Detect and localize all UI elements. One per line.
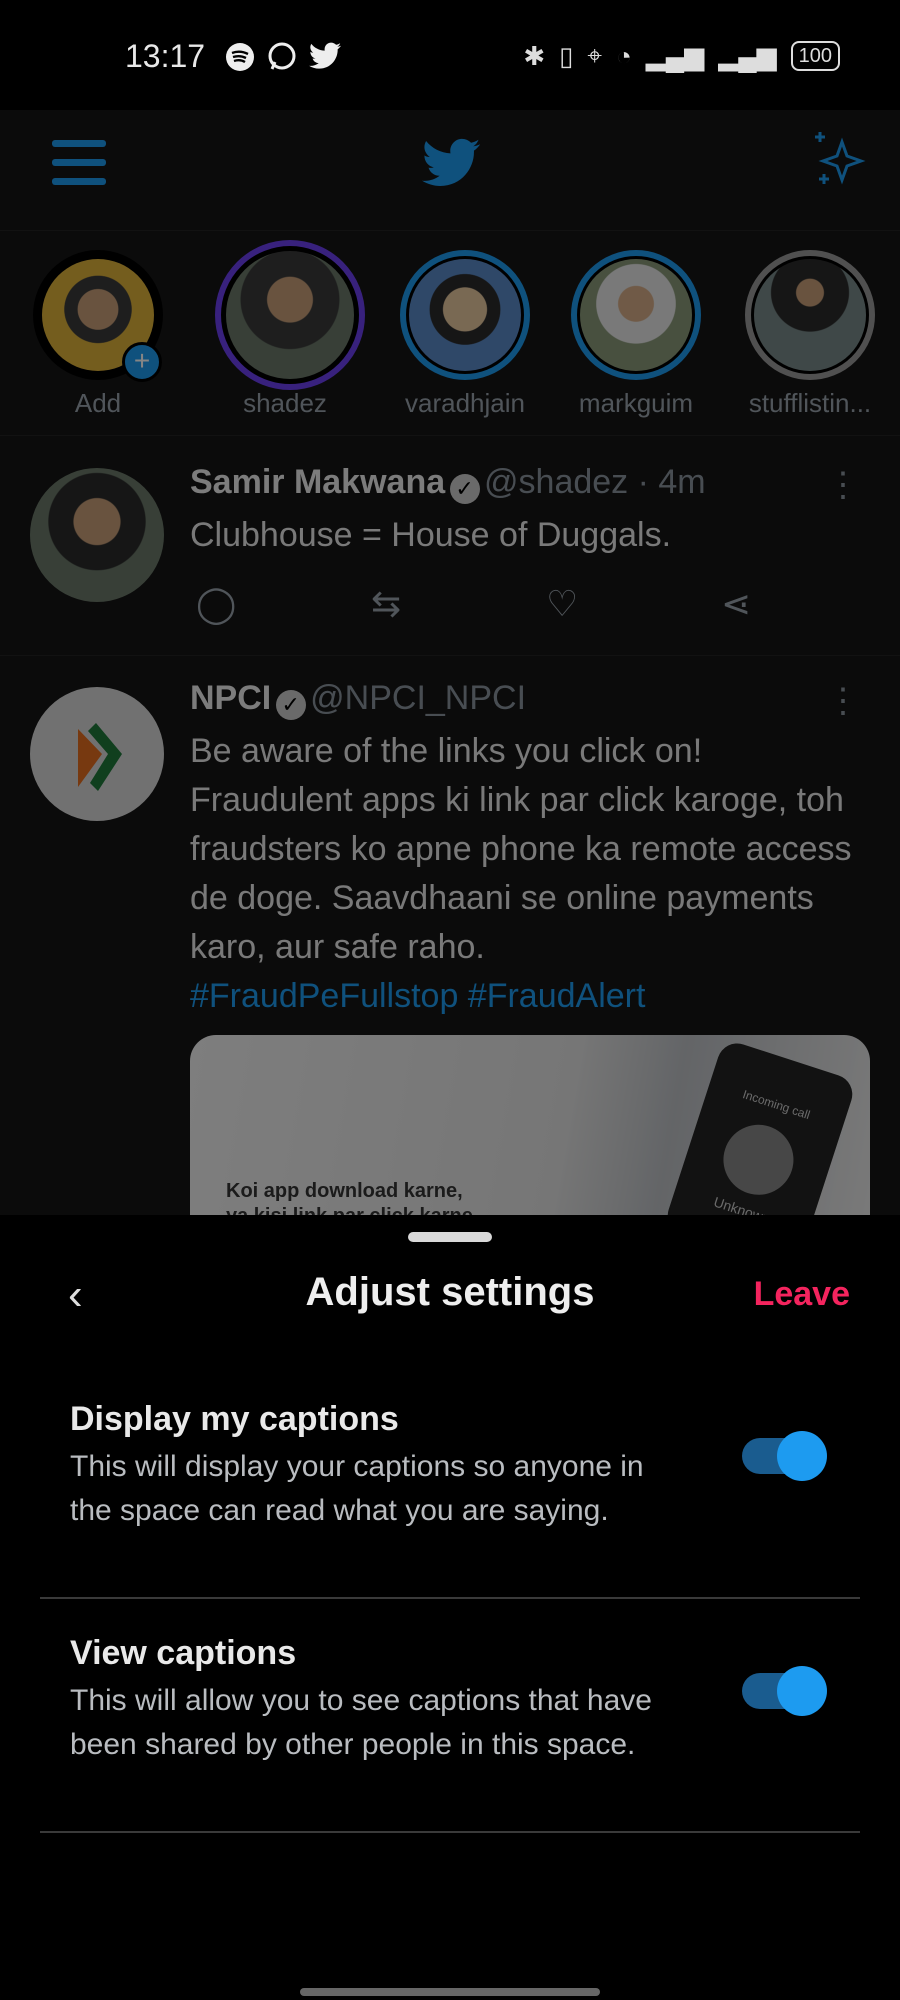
fleet-label: stufflistin... [748, 388, 872, 418]
tweet-author-name: NPCI [190, 679, 272, 717]
avatar [580, 259, 692, 371]
twitter-status-icon [309, 42, 341, 69]
media-caption: ya kisi link par click karne [226, 1205, 473, 1215]
avatar[interactable] [30, 468, 164, 602]
media-phone-status: Incoming call [740, 1087, 812, 1123]
fleet-label: varadhjain [405, 388, 525, 418]
more-options-icon[interactable]: ⋮ [826, 465, 860, 505]
location-icon: ⌖ [587, 40, 603, 70]
fleet-add[interactable]: + Add [28, 250, 168, 419]
more-options-icon[interactable]: ⋮ [826, 681, 860, 721]
settings-sheet [0, 1215, 900, 2000]
signal-icon: ▂▄▆ [718, 40, 777, 71]
status-time: 13:17 [125, 38, 206, 74]
contact-icon [714, 1115, 803, 1204]
sparkle-icon[interactable] [810, 128, 870, 193]
app-bar [0, 110, 900, 231]
avatar [754, 259, 866, 371]
media-caption: Koi app download karne, [226, 1180, 463, 1202]
wifi-icon: ◔ [616, 40, 632, 71]
share-icon[interactable]: ⋖ [721, 583, 896, 625]
tweet-handle: @NPCI_NPCI [310, 679, 527, 717]
tweet-author-name: Samir Makwana [190, 463, 446, 501]
battery-indicator: 100 [790, 41, 840, 71]
status-bar: 13:17 ✱ ▯ ⌖ ◔ ▂▄▆ ▂▄▆ 100 [0, 0, 900, 110]
fleet-avatar-ring [745, 250, 875, 380]
tweet-header: NPCI ✓ @NPCI_NPCI [190, 679, 526, 720]
setting-view-captions: View captions This will allow you to see… [70, 1634, 670, 1767]
fleet-markguim[interactable]: markguim [566, 250, 706, 419]
tweet-text: Clubhouse = House of Duggals. [190, 516, 672, 554]
tweet-handle: @shadez · 4m [484, 463, 706, 501]
tweet-hashtags[interactable]: #FraudPeFullstop #FraudAlert [190, 972, 645, 1021]
toggle-knob [777, 1666, 827, 1716]
avatar [409, 259, 521, 371]
fleet-avatar-ring [571, 250, 701, 380]
setting-title: Display my captions [70, 1400, 399, 1438]
fleet-stufflisting[interactable]: stufflistin... [740, 250, 880, 419]
avatar [226, 251, 354, 379]
leave-button[interactable]: Leave [754, 1275, 850, 1314]
fleet-label: Add [74, 388, 122, 418]
reply-icon[interactable]: ◯ [196, 583, 371, 625]
setting-display-captions: Display my captions This will display yo… [70, 1400, 670, 1533]
fleet-label: markguim [578, 388, 694, 418]
verified-icon: ✓ [449, 473, 480, 504]
setting-description: This will display your captions so anyon… [70, 1450, 644, 1527]
fleet-avatar-ring [215, 240, 365, 390]
tweet[interactable]: Samir Makwana ✓ @shadez · 4m ⋮ Clubhouse… [0, 435, 900, 656]
tweet-text: Be aware of the links you click on! Frau… [190, 732, 852, 966]
system-icons: ✱ ▯ ⌖ ◔ ▂▄▆ ▂▄▆ 100 [523, 40, 840, 72]
fleet-shadez[interactable]: shadez [215, 240, 365, 419]
gesture-nav-bar[interactable] [300, 1988, 600, 1996]
display-captions-toggle[interactable] [742, 1431, 827, 1481]
twitter-logo-icon [422, 138, 480, 193]
retweet-icon[interactable]: ⇆ [371, 583, 546, 625]
vibrate-icon: ▯ [559, 40, 574, 71]
fleet-avatar-ring [400, 250, 530, 380]
setting-description: This will allow you to see captions that… [70, 1684, 652, 1761]
npci-logo-icon [78, 723, 122, 791]
divider [40, 1597, 860, 1599]
fleets-row: + Add shadez varadhjain markguim stuffli… [0, 230, 900, 436]
tweet-actions: ◯ ⇆ ♡ ⋖ [196, 583, 896, 625]
phone-illustration: Incoming call Unknown [662, 1038, 858, 1215]
spotify-icon [226, 43, 254, 71]
setting-title: View captions [70, 1634, 297, 1672]
add-icon: + [122, 342, 162, 382]
tweet-header: Samir Makwana ✓ @shadez · 4m [190, 463, 706, 504]
notification-icons [225, 42, 341, 72]
signal-icon: ▂▄▆ [645, 40, 705, 71]
toggle-knob [777, 1431, 827, 1481]
bluetooth-icon: ✱ [523, 40, 546, 71]
fleet-varadhjain[interactable]: varadhjain [395, 250, 535, 419]
sheet-drag-handle[interactable] [408, 1232, 492, 1242]
verified-icon: ✓ [275, 689, 306, 720]
menu-icon[interactable] [52, 138, 108, 193]
whatsapp-icon [268, 42, 296, 70]
divider [40, 1831, 860, 1833]
view-captions-toggle[interactable] [742, 1666, 827, 1716]
tweet-media-image[interactable]: Incoming call Unknown Koi app download k… [190, 1035, 870, 1215]
fleet-label: shadez [243, 388, 327, 418]
like-icon[interactable]: ♡ [546, 583, 721, 625]
avatar[interactable] [30, 687, 164, 821]
